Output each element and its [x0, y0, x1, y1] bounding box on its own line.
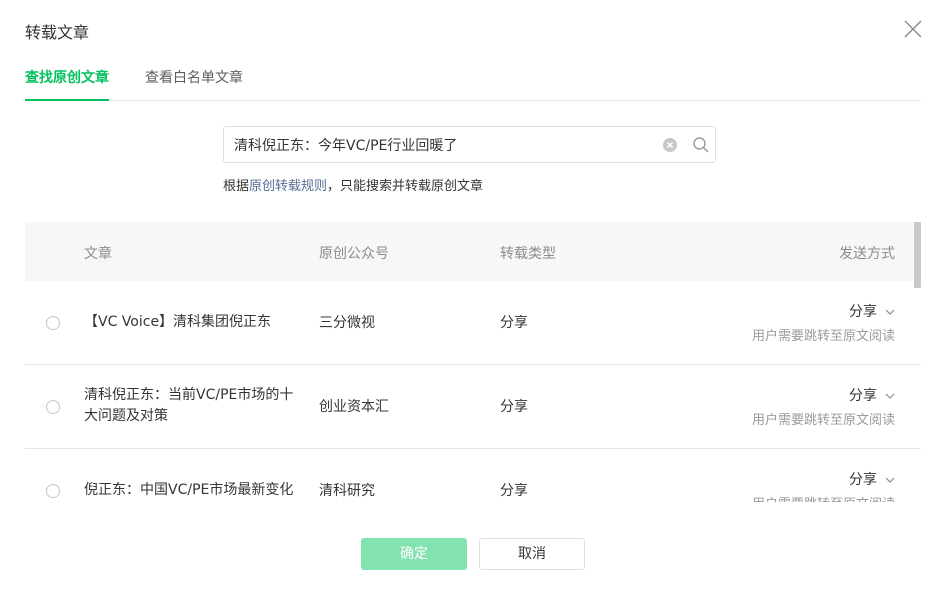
tab-find-original[interactable]: 查找原创文章: [25, 67, 109, 101]
confirm-button[interactable]: 确定: [361, 538, 467, 570]
send-method-note: 用户需要跳转至原文阅读: [751, 413, 895, 428]
table-row[interactable]: 倪正东：中国VC/PE市场最新变化 清科研究 分享 分享 用户需要跳转至原文阅读: [25, 449, 921, 502]
send-method-value: 分享: [849, 472, 877, 488]
send-method-select[interactable]: 分享: [849, 301, 895, 321]
chevron-down-icon: [885, 471, 895, 487]
search-hint: 根据原创转载规则，只能搜索并转载原创文章: [223, 175, 483, 194]
row-send: 分享 用户需要跳转至原文阅读: [752, 385, 895, 428]
row-account: 清科研究: [319, 483, 375, 499]
table-row[interactable]: 【VC Voice】清科集团倪正东 三分微视 分享 分享 用户需要跳转至原文阅读: [25, 281, 921, 365]
header-article: 文章: [84, 246, 112, 262]
send-method-note: 用户需要跳转至原文阅读: [751, 329, 895, 344]
row-article-title: 倪正东：中国VC/PE市场最新变化: [84, 482, 294, 498]
header-send: 发送方式: [839, 246, 895, 262]
row-article-title: 【VC Voice】清科集团倪正东: [84, 314, 272, 330]
search-box: [223, 126, 716, 163]
hint-prefix: 根据: [223, 179, 250, 194]
chevron-down-icon: [885, 387, 895, 403]
row-type: 分享: [500, 399, 528, 415]
dialog-title: 转载文章: [25, 23, 90, 42]
repost-rules-link[interactable]: 原创转载规则: [249, 179, 327, 194]
repost-article-dialog: 转载文章 查找原创文章 查看白名单文章 根据原创转载规则，只能搜索并转载原创文章: [0, 0, 946, 601]
row-type: 分享: [500, 483, 528, 499]
close-icon[interactable]: [902, 18, 924, 40]
clear-icon[interactable]: [663, 138, 677, 152]
row-send: 分享 用户需要跳转至原文阅读: [752, 301, 895, 344]
send-method-select[interactable]: 分享: [849, 385, 895, 405]
row-article-title: 清科倪正东：当前VC/PE市场的十大问题及对策: [84, 387, 294, 424]
table-scrollbar[interactable]: [914, 222, 921, 288]
send-method-value: 分享: [849, 388, 877, 404]
row-send: 分享 用户需要跳转至原文阅读: [752, 469, 895, 502]
row-account: 创业资本汇: [319, 399, 389, 415]
cancel-button[interactable]: 取消: [479, 538, 585, 570]
table-row[interactable]: 清科倪正东：当前VC/PE市场的十大问题及对策 创业资本汇 分享 分享 用户需要…: [25, 365, 921, 449]
row-type: 分享: [500, 315, 528, 331]
tab-whitelist[interactable]: 查看白名单文章: [145, 67, 243, 87]
row-account: 三分微视: [319, 315, 375, 331]
row-radio[interactable]: [46, 400, 60, 414]
header-account: 原创公众号: [319, 246, 389, 262]
hint-suffix: ，只能搜索并转载原创文章: [327, 179, 484, 194]
table-header: 文章 原创公众号 转载类型 发送方式: [25, 222, 921, 281]
send-method-note: 用户需要跳转至原文阅读: [752, 493, 895, 502]
search-input[interactable]: [234, 127, 654, 162]
chevron-down-icon: [885, 303, 895, 319]
search-icon[interactable]: [692, 136, 710, 154]
send-method-select[interactable]: 分享: [849, 469, 895, 489]
row-radio[interactable]: [46, 316, 60, 330]
results-table: 文章 原创公众号 转载类型 发送方式 【VC Voice】清科集团倪正东 三分微…: [25, 222, 921, 502]
send-method-value: 分享: [849, 304, 877, 320]
tab-bar: 查找原创文章 查看白名单文章: [25, 60, 921, 101]
row-radio[interactable]: [46, 484, 60, 498]
header-type: 转载类型: [500, 246, 556, 262]
